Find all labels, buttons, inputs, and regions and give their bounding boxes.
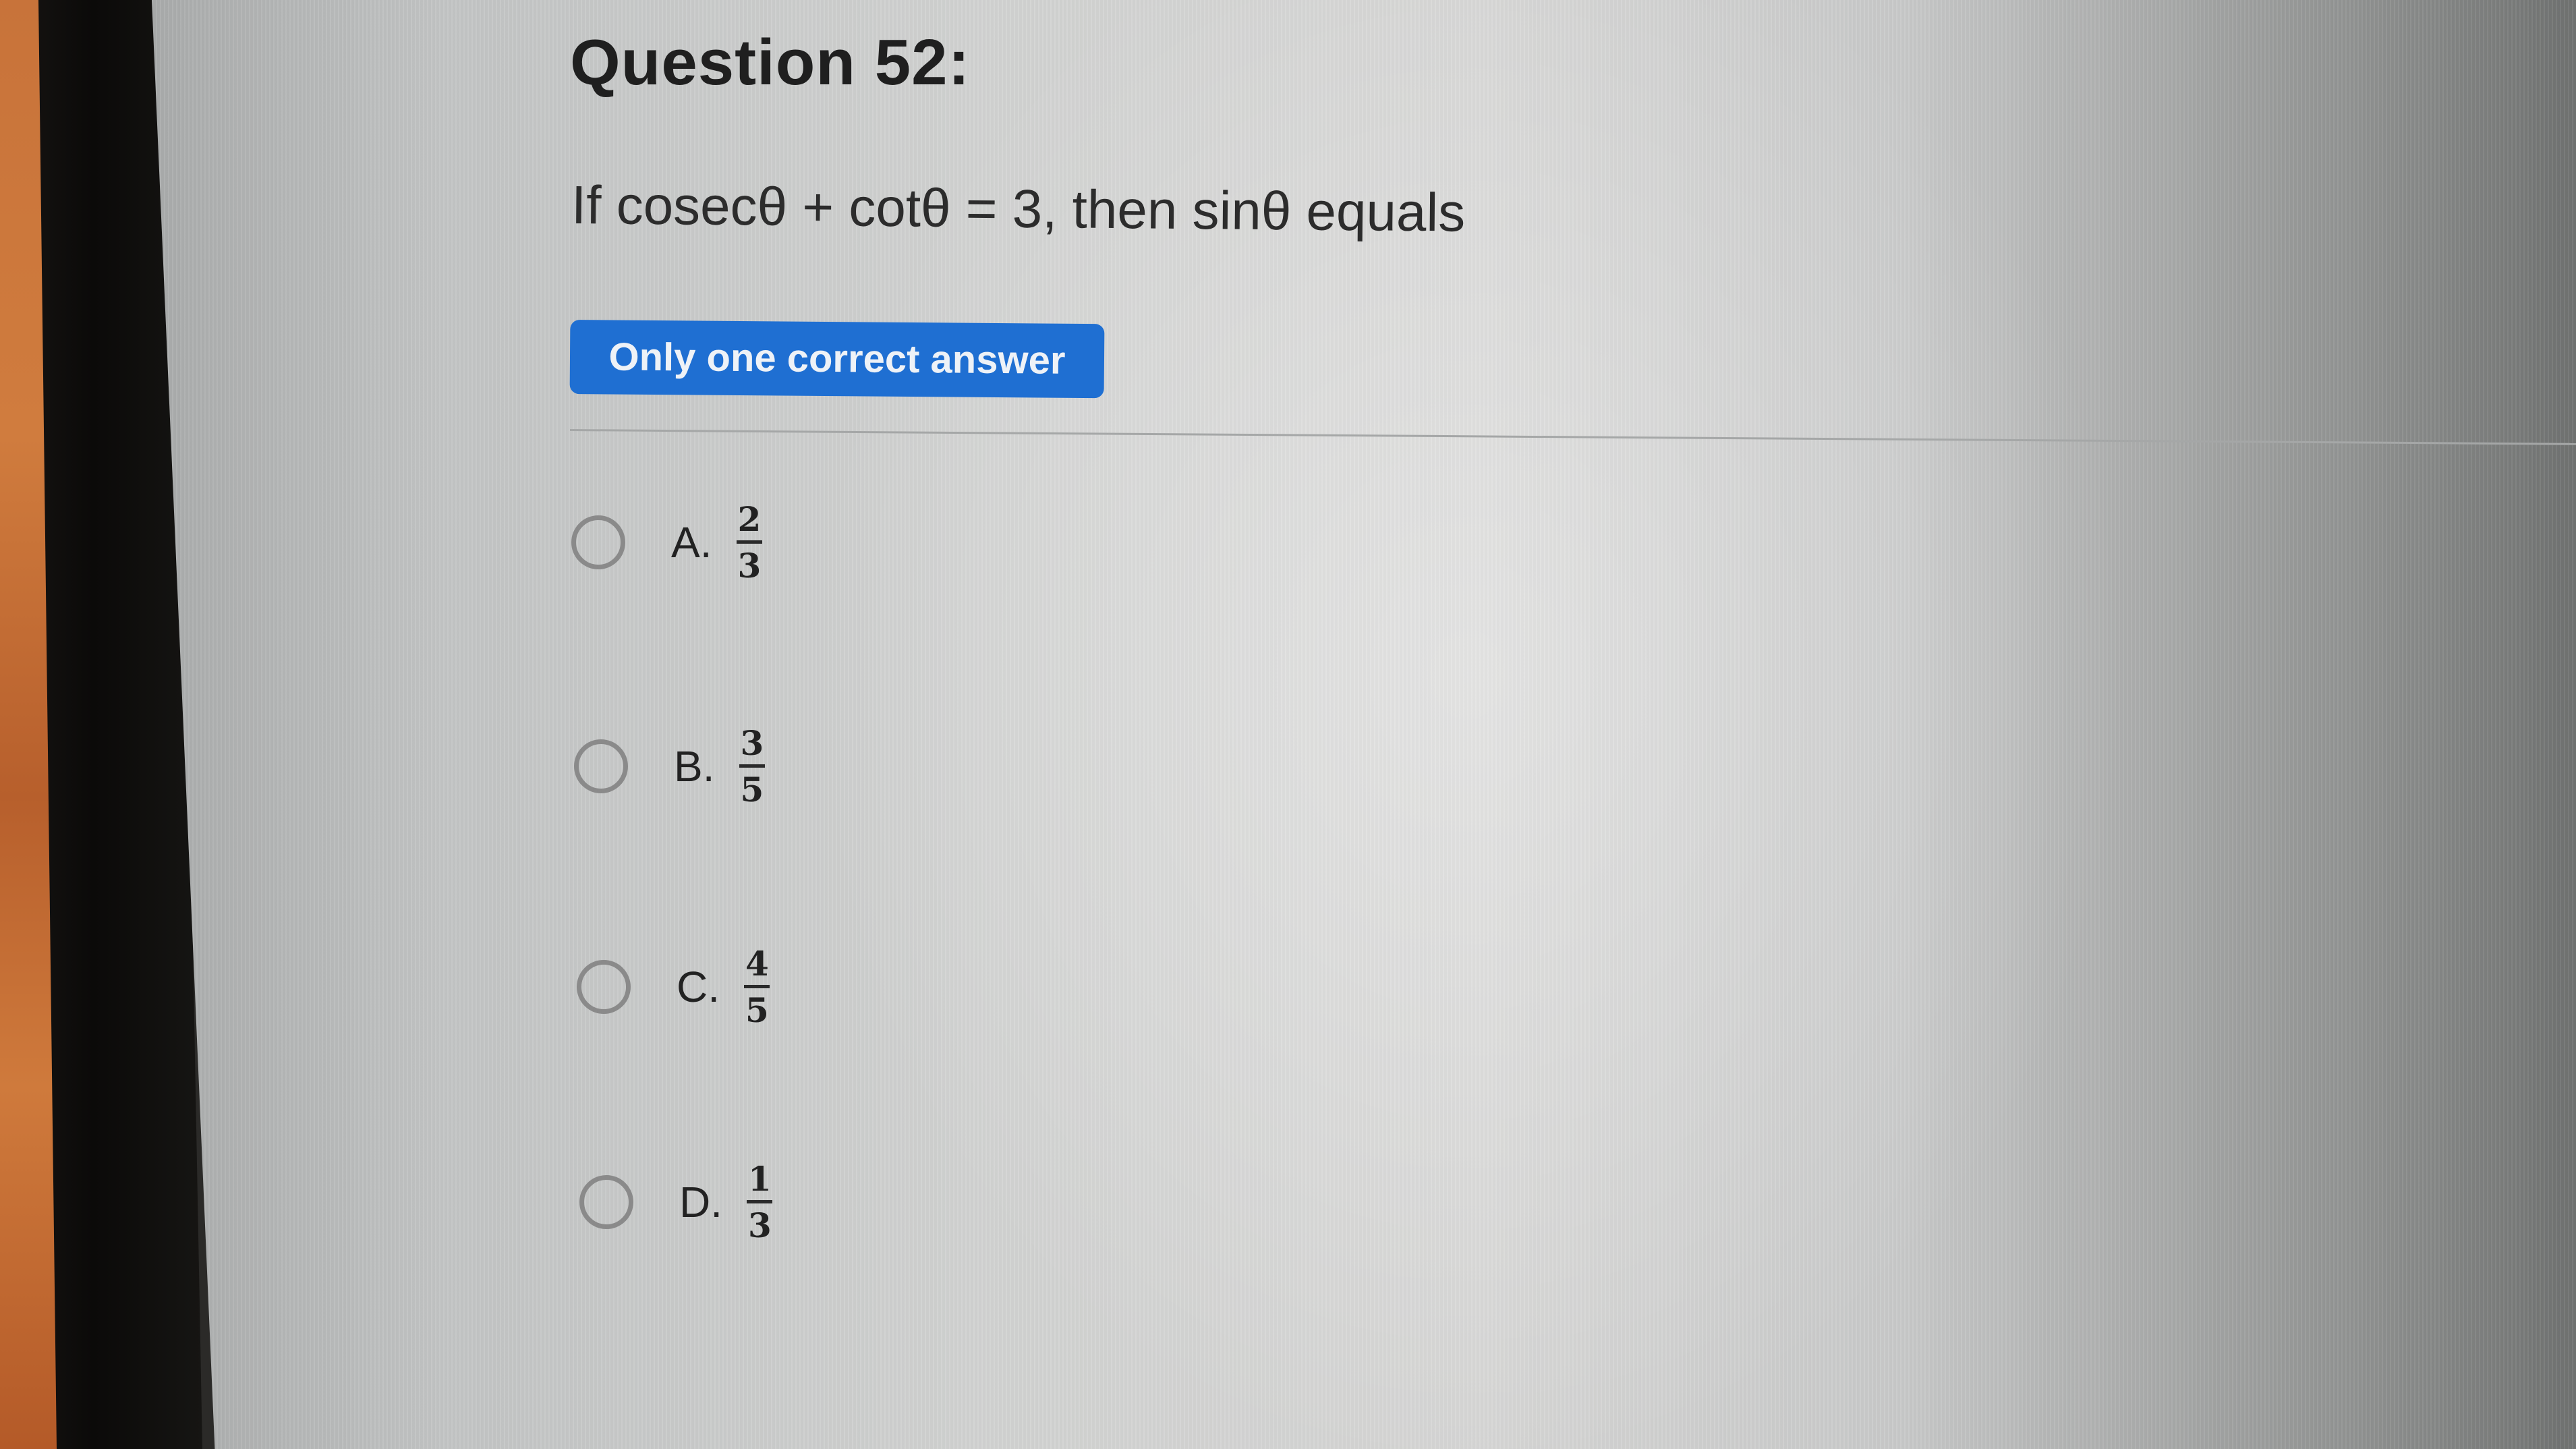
radio-button-icon[interactable]	[571, 515, 625, 569]
fraction-denominator: 3	[748, 1205, 772, 1245]
option-fraction: 2 3	[735, 499, 764, 586]
fraction-denominator: 5	[745, 990, 769, 1030]
radio-button-icon[interactable]	[574, 739, 628, 793]
fraction-numerator: 4	[745, 943, 769, 984]
option-fraction: 1 3	[745, 1162, 774, 1243]
option-d[interactable]: D. 1 3	[579, 1155, 774, 1249]
option-letter: B.	[674, 742, 715, 791]
option-letter: D.	[679, 1178, 722, 1226]
divider	[569, 429, 2576, 445]
question-panel: Question 52: If cosecθ + cotθ = 3, then …	[569, 0, 2576, 1449]
radio-button-icon[interactable]	[579, 1175, 633, 1229]
fraction-denominator: 3	[737, 545, 762, 586]
fraction-numerator: 2	[737, 499, 762, 539]
question-text: If cosecθ + cotθ = 3, then sinθ equals	[571, 175, 1466, 243]
fraction-numerator: 1	[748, 1158, 772, 1199]
option-letter: A.	[671, 518, 712, 567]
option-letter: C.	[677, 963, 720, 1011]
fraction-denominator: 5	[740, 769, 764, 809]
answer-type-badge: Only one correct answer	[569, 320, 1105, 399]
option-c[interactable]: C. 4 5	[577, 940, 772, 1034]
option-b[interactable]: B. 3 5	[574, 719, 766, 814]
radio-button-icon[interactable]	[577, 960, 631, 1014]
option-fraction: 4 5	[743, 943, 772, 1030]
question-title: Question 52:	[570, 26, 971, 98]
fraction-numerator: 3	[740, 722, 764, 763]
option-a[interactable]: A. 2 3	[571, 495, 764, 590]
option-fraction: 3 5	[737, 722, 766, 809]
